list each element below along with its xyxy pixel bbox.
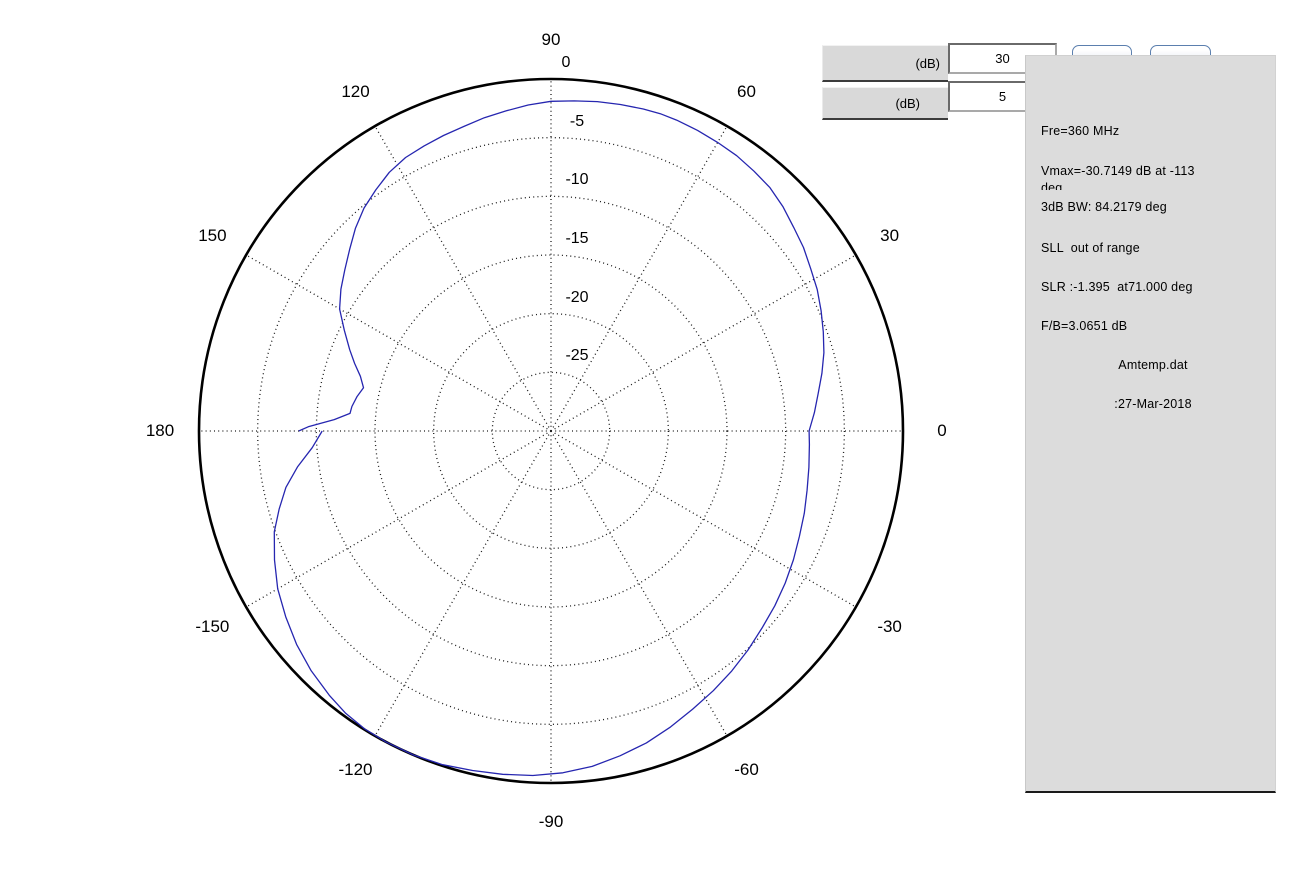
grid-spoke-150 [245, 254, 552, 432]
angle-label-30: 30 [880, 225, 900, 245]
angle-label--150: -150 [195, 616, 230, 636]
frequency-readout: Fre=360 MHz [1041, 124, 1120, 138]
radial-label--20: -20 [565, 288, 589, 306]
angle-label-90: 90 [541, 30, 561, 49]
series-radiation-pattern [273, 100, 825, 777]
step-db-label: (dB) [822, 87, 948, 120]
sll-readout: SLL out of range [1041, 241, 1140, 255]
radial-label--15: -15 [565, 230, 589, 247]
radial-label-0: 0 [561, 54, 571, 71]
grid-spoke-120 [374, 125, 552, 432]
slr-readout: SLR :-1.395 at71.000 deg [1041, 280, 1193, 294]
angle-label-120: 120 [341, 82, 370, 102]
front-to-back-readout: F/B=3.0651 dB [1041, 319, 1128, 333]
radial-label--10: -10 [565, 171, 589, 189]
beamwidth-readout: 3dB BW: 84.2179 deg [1041, 200, 1167, 214]
radial-label--5: -5 [569, 112, 585, 130]
grid-spoke--120 [374, 430, 552, 737]
angle-label-150: 150 [198, 225, 227, 245]
data-date: :27-Mar-2018 [1114, 397, 1192, 411]
data-filename: Amtemp.dat [1118, 358, 1188, 372]
vmax-readout: Vmax=-30.7149 dB at -113 [1041, 164, 1195, 178]
angle-label-60: 60 [737, 82, 756, 102]
range-db-label-text: (dB) [915, 55, 940, 71]
radial-label--25: -25 [565, 347, 589, 365]
vmax-readout-wrapped-unit: deg [1041, 181, 1063, 190]
app-window: 0 30 60 90 120 150 180 -150 -120 -90 -60 -30 0 -5 -10 -… [0, 0, 1312, 885]
angle-label-180: 180 [145, 421, 175, 440]
grid-spoke--150 [245, 430, 552, 608]
angle-label--60: -60 [734, 759, 759, 779]
range-db-label: (dB) [822, 45, 948, 82]
angle-label--90: -90 [538, 812, 564, 831]
grid-spoke--30 [550, 430, 857, 608]
step-db-label-text: (dB) [895, 95, 920, 111]
angle-label--30: -30 [877, 616, 902, 636]
grid-spoke-30 [550, 254, 857, 432]
angle-label-0: 0 [937, 421, 947, 440]
angle-label--120: -120 [338, 759, 373, 779]
grid-spoke--60 [550, 430, 728, 737]
readout-panel: Fre=360 MHz Vmax=-30.7149 dB at -113 deg… [1025, 55, 1276, 793]
